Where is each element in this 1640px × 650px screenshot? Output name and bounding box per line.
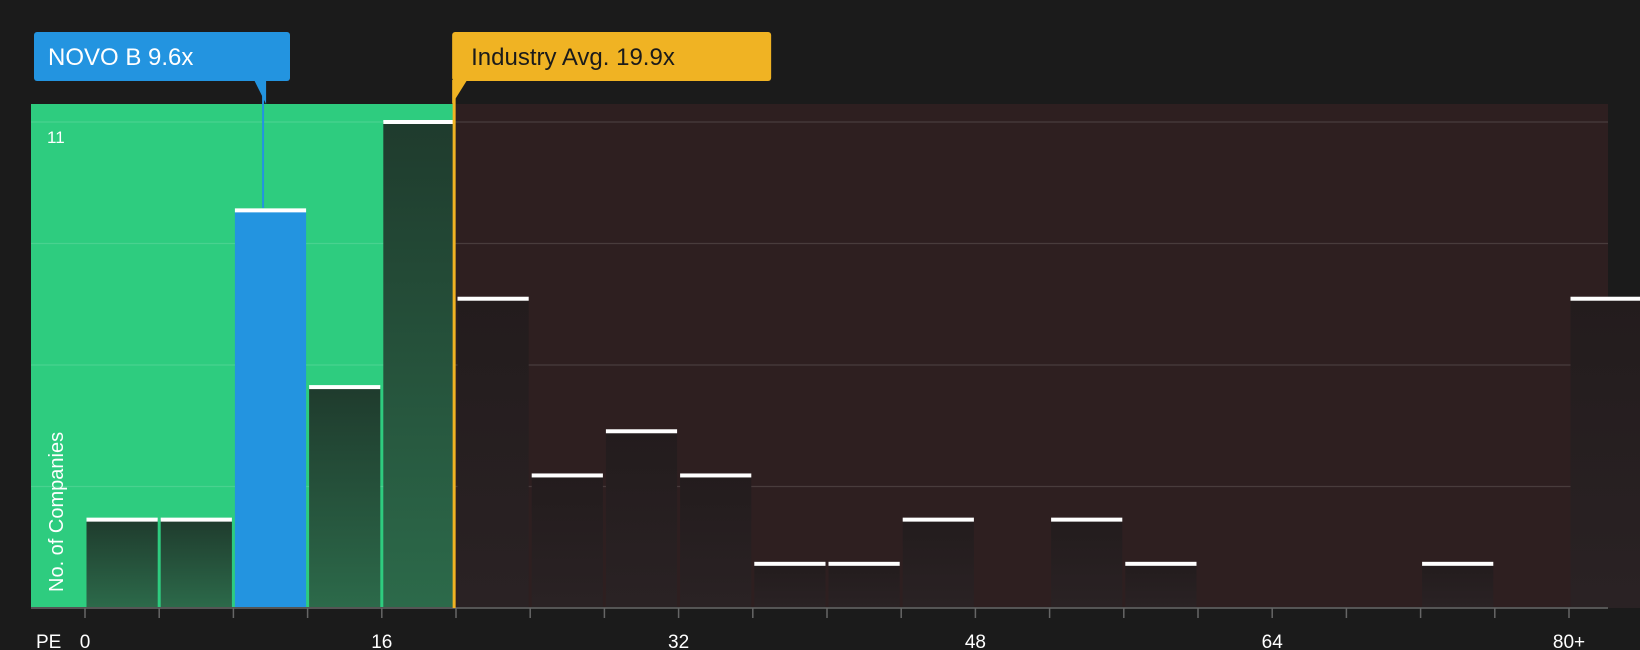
x-tick-label: 48 — [965, 632, 986, 650]
x-tick-label: 80+ — [1553, 632, 1585, 650]
bar-cap — [754, 561, 826, 566]
bar-cap — [234, 208, 307, 213]
bar-cap — [605, 429, 678, 434]
bar-cap — [160, 517, 232, 522]
bar-cap — [902, 517, 974, 522]
histogram-bar — [160, 519, 232, 608]
x-tick-label: 32 — [668, 632, 689, 650]
histogram-bar — [1125, 563, 1197, 608]
bar-cap — [680, 473, 752, 478]
histogram-bar — [605, 431, 678, 608]
bar-cap — [531, 473, 603, 478]
histogram-bar — [1422, 563, 1494, 608]
bar-cap — [383, 120, 455, 124]
histogram-bar — [754, 563, 826, 608]
x-tick-label: 0 — [80, 632, 91, 650]
company-callout-label: NOVO B 9.6x — [48, 44, 193, 71]
y-axis-title: No. of Companies — [46, 432, 68, 592]
histogram-bar — [309, 387, 381, 608]
histogram-bar — [828, 563, 900, 608]
bar-cap — [457, 296, 529, 301]
bar-cap — [828, 561, 900, 566]
histogram-bar — [680, 475, 752, 608]
bar-cap — [1422, 561, 1494, 566]
industry-average-label: Industry Avg. 19.9x — [471, 44, 675, 71]
bar-cap — [1125, 561, 1197, 566]
histogram-bar — [234, 210, 307, 608]
histogram-bar — [531, 475, 603, 608]
pe-distribution-chart: 0 16 32 48 64 80+ 11 No. of Companies PE NOVO… — [0, 0, 1640, 650]
bar-cap — [1051, 517, 1123, 522]
bar-cap — [86, 517, 158, 522]
x-axis-title: PE — [36, 632, 61, 650]
histogram-bar — [1051, 519, 1123, 608]
x-tick-label: 64 — [1262, 632, 1284, 650]
histogram-bar — [86, 519, 158, 608]
histogram-bar — [457, 298, 529, 608]
histogram-bar — [902, 519, 974, 608]
histogram-bar — [1570, 298, 1640, 608]
y-max-label: 11 — [47, 128, 65, 147]
histogram-bar — [383, 122, 455, 608]
bar-cap — [1570, 296, 1640, 301]
bar-cap — [309, 385, 381, 390]
x-tick-label: 16 — [371, 632, 392, 650]
